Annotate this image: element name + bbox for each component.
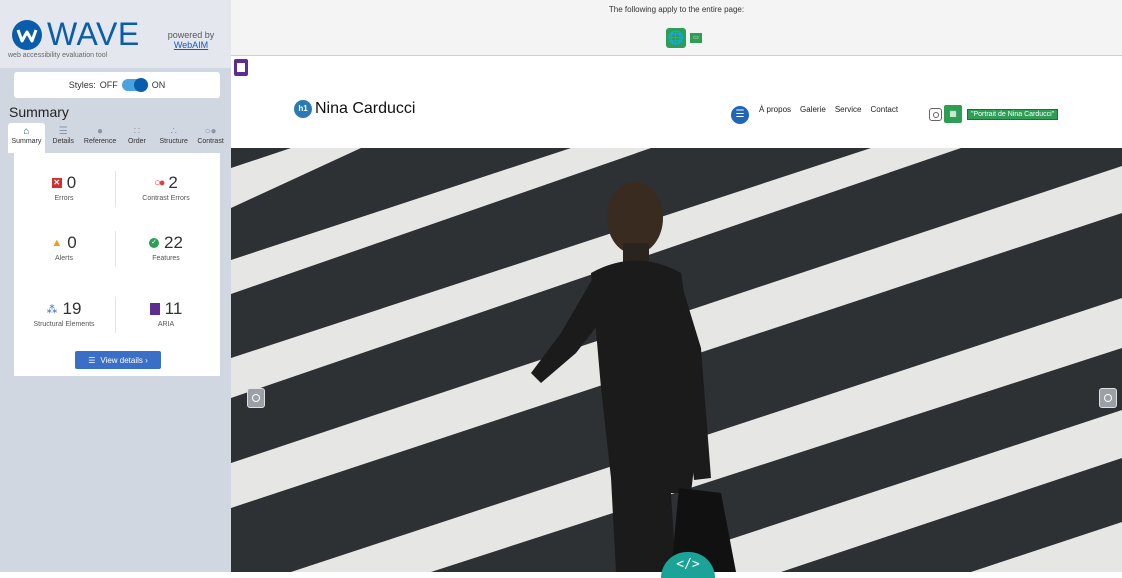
instagram-icon[interactable] — [929, 108, 942, 121]
image-alt-missing-icon[interactable] — [1099, 388, 1117, 408]
summary-panel: ✕ 0 Errors ○● 2 Contrast Errors ▲ 0 Alerts … — [14, 153, 220, 376]
page-wide-notice-bar: The following apply to the entire page: … — [231, 0, 1122, 56]
site-name: Nina Carducci — [315, 100, 416, 117]
tab-label: Contrast — [197, 138, 224, 145]
tab-label: Summary — [11, 138, 42, 145]
alt-text-icon[interactable]: ▦ — [944, 105, 962, 123]
site-header: h1 Nina Carducci ☰ À propos Galerie Serv… — [231, 78, 1122, 148]
language-globe-icon[interactable]: 🌐 — [666, 28, 686, 48]
page-notice: The following apply to the entire page: — [608, 5, 745, 14]
styles-toggle[interactable] — [121, 78, 148, 92]
features-label: Features — [152, 255, 180, 262]
wave-brand: WAVE web accessibility evaluation tool p… — [0, 0, 231, 68]
tab-summary[interactable]: ⌂ Summary — [8, 123, 45, 153]
tab-reference[interactable]: ● Reference — [82, 123, 119, 153]
contrast-errors-label: Contrast Errors — [142, 195, 190, 202]
alert-icon: ▲ — [51, 237, 63, 249]
error-icon: ✕ — [51, 178, 62, 188]
tab-label: Details — [52, 138, 74, 145]
panel-title: Summary — [9, 104, 69, 120]
tab-order[interactable]: ∷ Order — [118, 123, 155, 153]
wave-logo-icon — [12, 20, 42, 50]
errors-stat[interactable]: ✕ 0 Errors — [14, 173, 114, 202]
wave-sidebar: WAVE web accessibility evaluation tool p… — [0, 0, 231, 572]
aria-icon — [149, 303, 160, 315]
view-details-button[interactable]: ☰ View details › — [75, 351, 161, 369]
view-details-label: View details › — [100, 355, 148, 365]
contrast-errors-stat[interactable]: ○● 2 Contrast Errors — [116, 173, 216, 202]
page-title-icon[interactable]: ▭ — [690, 33, 702, 43]
structural-count: 19 — [62, 299, 82, 318]
structure-icon: ⁂ — [46, 303, 58, 316]
styles-off-label: OFF — [99, 80, 118, 90]
features-count: 22 — [164, 233, 183, 252]
contrast-icon: ○● — [204, 126, 217, 137]
nav-link-contact[interactable]: Contact — [871, 105, 899, 114]
tab-details[interactable]: ☰ Details — [45, 123, 82, 153]
toggle-knob — [133, 78, 148, 92]
structure-icon: ∴ — [170, 126, 177, 137]
order-icon: ∷ — [133, 126, 141, 137]
errors-count: 0 — [66, 173, 77, 192]
tab-label: Reference — [83, 138, 117, 145]
structural-label: Structural Elements — [33, 321, 95, 328]
aria-landmark-icon[interactable] — [234, 59, 248, 76]
webaim-link[interactable]: WebAIM — [160, 40, 222, 50]
home-icon: ⌂ — [23, 126, 30, 137]
nav-link-service[interactable]: Service — [835, 105, 862, 114]
list-icon: ☰ — [88, 355, 96, 365]
aria-count: 11 — [164, 299, 183, 318]
powered-by: powered by WebAIM — [160, 30, 222, 50]
styles-on-label: ON — [151, 80, 166, 90]
nav-link-a-propos[interactable]: À propos — [759, 105, 791, 114]
crosswalk-illustration — [231, 148, 1122, 572]
feature-icon: ✓ — [149, 238, 160, 248]
wave-tabs: ⌂ Summary ☰ Details ● Reference ∷ Order ∴ Str… — [8, 123, 229, 153]
contrast-error-icon: ○● — [154, 177, 165, 189]
tab-label: Order — [127, 138, 146, 145]
unordered-list-icon[interactable]: ☰ — [731, 106, 749, 124]
errors-label: Errors — [54, 195, 74, 202]
features-stat[interactable]: ✓ 22 Features — [116, 233, 216, 262]
heading-h1-icon[interactable]: h1 — [294, 100, 312, 118]
aria-label: ARIA — [157, 321, 175, 328]
contrast-errors-count: 2 — [168, 173, 178, 192]
info-icon: ● — [97, 126, 104, 137]
nav-link-galerie[interactable]: Galerie — [800, 105, 826, 114]
main-nav: À propos Galerie Service Contact — [759, 105, 898, 114]
alerts-stat[interactable]: ▲ 0 Alerts — [14, 233, 114, 262]
hero-image — [231, 148, 1122, 572]
aria-stat[interactable]: 11 ARIA — [116, 299, 216, 328]
list-icon: ☰ — [58, 126, 68, 137]
tab-label: Structure — [159, 138, 188, 145]
wave-tagline: web accessibility evaluation tool — [8, 52, 108, 59]
styles-label: Styles: — [68, 80, 96, 90]
structural-stat[interactable]: ⁂ 19 Structural Elements — [14, 299, 114, 328]
powered-by-label: powered by — [167, 30, 215, 40]
tab-structure[interactable]: ∴ Structure — [155, 123, 192, 153]
alerts-label: Alerts — [55, 255, 73, 262]
wave-logo-text: WAVE — [47, 16, 140, 52]
alt-text-label: "Portrait de Nina Carducci" — [967, 109, 1059, 120]
alerts-count: 0 — [67, 233, 77, 252]
image-alt-missing-icon[interactable] — [247, 388, 265, 408]
styles-toggle-bar: Styles: OFF ON — [14, 72, 220, 98]
tab-contrast[interactable]: ○● Contrast — [192, 123, 229, 153]
